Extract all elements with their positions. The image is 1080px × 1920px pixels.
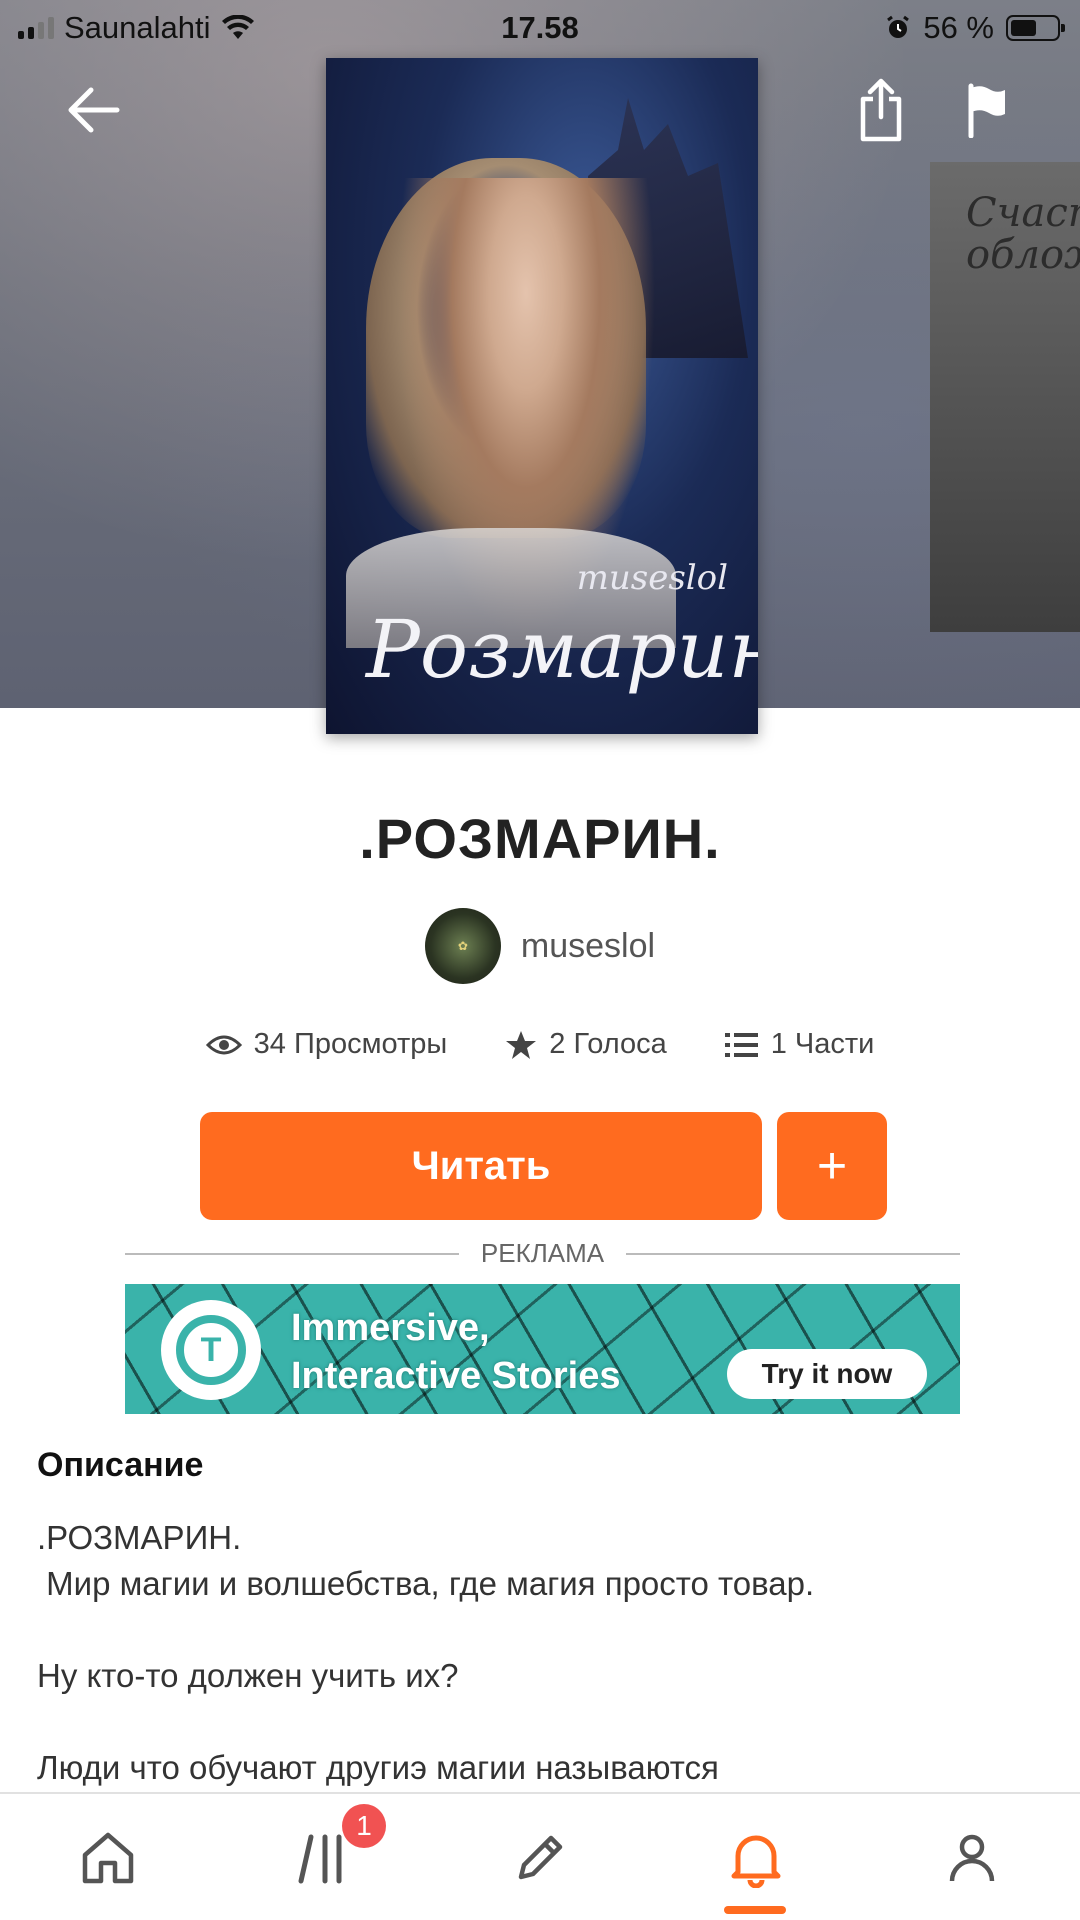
next-story-cover[interactable]: Счаст облож xyxy=(930,162,1080,632)
status-right: 56 % xyxy=(885,10,1065,46)
star-icon xyxy=(506,1030,537,1059)
parts-count: 1 Части xyxy=(770,1028,875,1060)
views-count: 34 Просмотры xyxy=(253,1028,448,1060)
votes-stat: 2 Голоса xyxy=(505,1028,667,1061)
battery-percent: 56 % xyxy=(923,10,994,45)
library-badge: 1 xyxy=(342,1804,386,1848)
description-section: Описание .РОЗМАРИН. Мир магии и волшебст… xyxy=(37,1446,1047,1791)
nav-library[interactable]: 1 xyxy=(216,1794,432,1920)
ad-banner[interactable]: T Immersive, Interactive Stories Try it … xyxy=(125,1284,960,1414)
views-stat: 34 Просмотры xyxy=(205,1028,448,1061)
ad-cta-button[interactable]: Try it now xyxy=(727,1349,927,1399)
ad-headline: Immersive, Interactive Stories xyxy=(291,1304,620,1400)
alarm-icon xyxy=(887,15,910,38)
cover-title: Розмарин xyxy=(366,603,758,696)
story-title: .РОЗМАРИН. xyxy=(359,807,721,870)
active-tab-indicator xyxy=(724,1906,786,1914)
ad-label-row: РЕКЛАМА xyxy=(125,1238,961,1269)
votes-count: 2 Голоса xyxy=(549,1028,667,1060)
author-row[interactable]: ✿ museslol xyxy=(0,908,1080,984)
eye-icon xyxy=(205,1035,242,1054)
read-button[interactable]: Читать xyxy=(200,1112,762,1220)
ad-headline-line2: Interactive Stories xyxy=(291,1355,621,1397)
share-icon xyxy=(860,78,902,142)
add-to-library-button[interactable]: + xyxy=(777,1112,887,1220)
flag-icon xyxy=(968,83,1005,138)
battery-icon xyxy=(1006,15,1065,41)
ad-headline-line1: Immersive, xyxy=(291,1307,490,1349)
description-line: .РОЗМАРИН. xyxy=(37,1519,242,1556)
pencil-icon xyxy=(518,1835,563,1880)
author-name[interactable]: museslol xyxy=(521,927,655,966)
library-icon xyxy=(298,1834,342,1884)
description-line: Ну кто-то должен учить их? xyxy=(37,1657,459,1694)
nav-write[interactable] xyxy=(432,1794,648,1920)
report-button[interactable] xyxy=(952,75,1022,145)
story-details-screen: Saunalahti 17.58 56 % Счас обло museslol… xyxy=(0,0,1080,1920)
ad-logo-icon: T xyxy=(161,1300,261,1400)
list-icon xyxy=(724,1032,758,1057)
ad-label: РЕКЛАМА xyxy=(480,1238,605,1268)
ad-divider-right xyxy=(626,1252,961,1255)
next-cover-text: Счаст облож xyxy=(966,190,1080,278)
ad-logo-letter: T xyxy=(176,1315,246,1385)
share-button[interactable] xyxy=(846,75,916,145)
nav-profile[interactable] xyxy=(864,1794,1080,1920)
arrow-left-icon xyxy=(68,87,120,133)
home-icon xyxy=(82,1832,134,1884)
story-stats: 34 Просмотры 2 Голоса 1 Части xyxy=(0,1028,1080,1061)
description-line: Мир магии и волшебства, где магия просто… xyxy=(37,1565,815,1602)
parts-stat: 1 Части xyxy=(724,1028,875,1061)
description-heading: Описание xyxy=(37,1446,204,1484)
back-button[interactable] xyxy=(58,75,128,145)
story-cover: museslol Розмарин xyxy=(326,58,758,734)
person-icon xyxy=(949,1834,995,1882)
nav-home[interactable] xyxy=(0,1794,216,1920)
cover-author: museslol xyxy=(576,558,728,598)
nav-notifications[interactable] xyxy=(648,1794,864,1920)
avatar-text: ✿ xyxy=(457,939,468,953)
ad-divider-left xyxy=(125,1252,459,1255)
status-bar: Saunalahti 17.58 56 % xyxy=(0,0,1080,56)
bottom-nav: 1 xyxy=(0,1792,1080,1920)
bell-icon xyxy=(731,1835,781,1888)
author-avatar[interactable]: ✿ xyxy=(424,908,501,984)
description-line: Люди что обучают другиэ магии называются xyxy=(37,1749,719,1786)
